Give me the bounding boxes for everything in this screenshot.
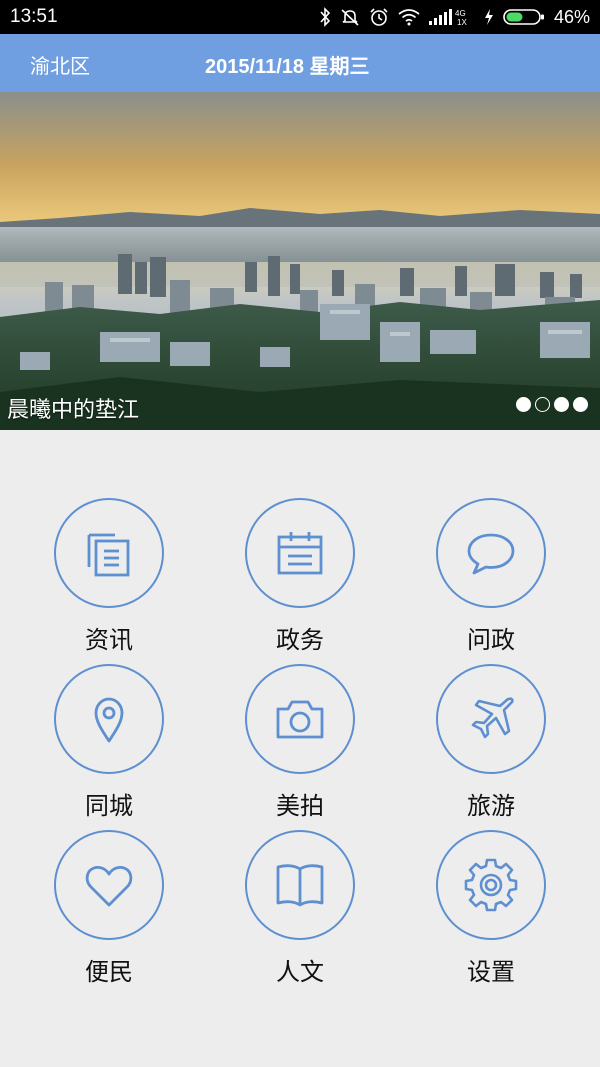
book-icon xyxy=(276,864,324,907)
tile-label: 人文 xyxy=(276,958,324,986)
carousel-dot-active[interactable] xyxy=(535,397,550,412)
battery-percent: 46% xyxy=(553,6,590,27)
tile-inquiry[interactable]: 问政 xyxy=(411,498,571,658)
tile-label: 旅游 xyxy=(467,792,515,820)
bluetooth-icon xyxy=(320,7,331,27)
region-selector[interactable]: 渝北区 xyxy=(30,50,90,79)
banner-caption: 晨曦中的垫江 xyxy=(7,398,140,423)
tile-label: 便民 xyxy=(85,958,133,986)
tile-government[interactable]: 政务 xyxy=(220,498,380,658)
tile-culture[interactable]: 人文 xyxy=(220,830,380,990)
wifi-icon xyxy=(398,9,420,26)
carousel-dot[interactable] xyxy=(516,397,531,412)
tile-photo[interactable]: 美拍 xyxy=(220,664,380,824)
app-header: 渝北区 2015/11/18 星期三 xyxy=(0,34,600,92)
calendar-icon xyxy=(277,532,323,575)
gear-icon xyxy=(464,858,518,912)
tile-label: 资讯 xyxy=(85,626,133,654)
banner-carousel[interactable]: 晨曦中的垫江 xyxy=(0,92,600,430)
camera-icon xyxy=(276,700,324,739)
carousel-dot[interactable] xyxy=(573,397,588,412)
charging-icon xyxy=(484,9,493,25)
tile-travel[interactable]: 旅游 xyxy=(411,664,571,824)
heart-icon xyxy=(85,865,133,907)
mute-icon xyxy=(341,9,359,26)
status-time: 13:51 xyxy=(10,6,58,27)
carousel-dot[interactable] xyxy=(554,397,569,412)
status-bar: 13:51 4G 1X 46% xyxy=(0,0,600,34)
tile-label: 同城 xyxy=(85,792,133,820)
function-grid: 资讯 政务 问政 同城 美拍 旅游 便民 人文 设置 xyxy=(0,430,600,1067)
network-type: 4G xyxy=(455,9,466,18)
network-sub-type: 1X xyxy=(457,18,467,27)
signal-icon: 4G 1X xyxy=(428,9,467,27)
tile-news[interactable]: 资讯 xyxy=(29,498,189,658)
tile-service[interactable]: 便民 xyxy=(29,830,189,990)
location-pin-icon xyxy=(94,697,124,743)
tile-city[interactable]: 同城 xyxy=(29,664,189,824)
news-icon xyxy=(87,533,130,577)
tile-label: 政务 xyxy=(276,626,324,654)
chat-bubble-icon xyxy=(467,533,515,575)
tile-settings[interactable]: 设置 xyxy=(411,830,571,990)
airplane-icon xyxy=(471,697,514,739)
carousel-indicator xyxy=(516,397,588,412)
battery-icon xyxy=(503,9,544,25)
tile-label: 问政 xyxy=(467,626,515,654)
alarm-icon xyxy=(370,8,388,26)
tile-label: 设置 xyxy=(467,958,515,986)
date-display: 2015/11/18 星期三 xyxy=(205,56,370,78)
banner-image xyxy=(0,92,600,430)
tile-label: 美拍 xyxy=(276,792,324,820)
